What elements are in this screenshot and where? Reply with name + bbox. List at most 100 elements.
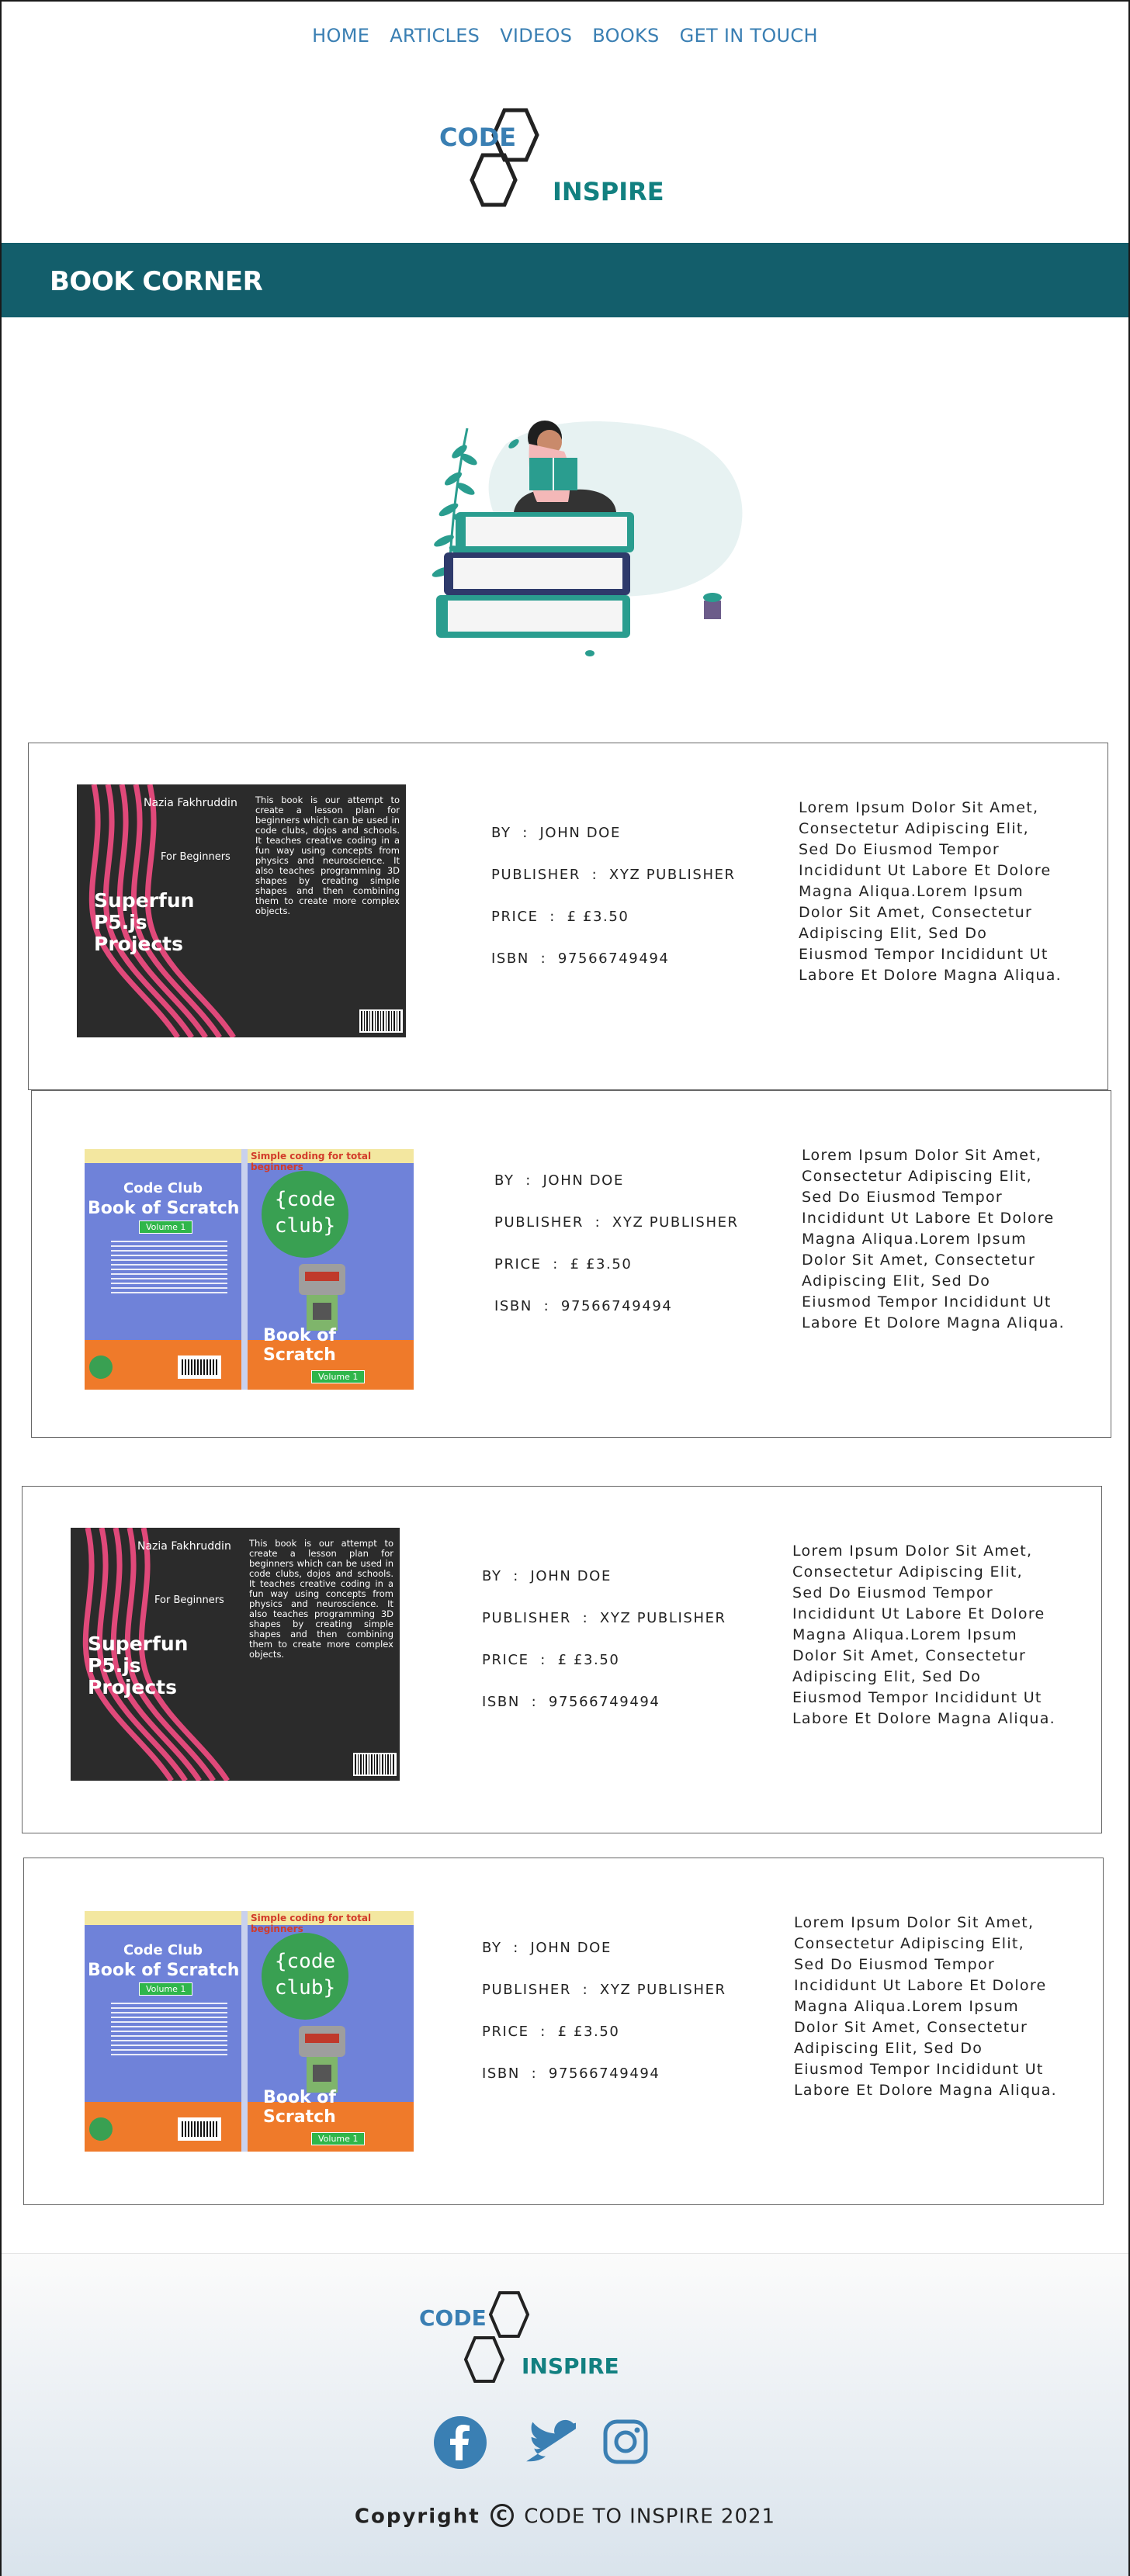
publisher-row-label: PUBLISHER xyxy=(494,1214,584,1231)
logo-inspire-text: INSPIRE xyxy=(522,2353,619,2379)
footer-logo[interactable]: CODE INSPIRE xyxy=(419,2291,621,2384)
nav-articles-link[interactable]: ARTICLES xyxy=(390,25,480,47)
author-row-value: JOHN DOE xyxy=(530,1940,612,1956)
publisher-row-label: PUBLISHER xyxy=(482,1982,571,1998)
page-title: BOOK CORNER xyxy=(50,266,263,297)
logo-code-text: CODE xyxy=(439,123,517,152)
price-row-label: PRICE xyxy=(482,2024,529,2040)
publisher-row-label: PUBLISHER xyxy=(482,1610,571,1626)
cover-back-volume: Volume 1 xyxy=(139,1220,193,1234)
price-row-separator: : xyxy=(538,909,567,925)
book-details: BY : JOHN DOE PUBLISHER : XYZ PUBLISHER PR… xyxy=(482,1940,726,2107)
book-description: Lorem Ipsum Dolor Sit Amet, Consectetur … xyxy=(792,1542,1055,1727)
isbn-row-separator: : xyxy=(519,1694,549,1710)
badge-line: club} xyxy=(274,1214,336,1238)
cover-back-title: Book of Scratch xyxy=(88,1199,240,1218)
isbn-row: ISBN : 97566749494 xyxy=(482,2065,726,2107)
isbn-row-label: ISBN xyxy=(482,2065,520,2082)
copyright-label: Copyright xyxy=(354,2505,480,2529)
book-details: BY : JOHN DOE PUBLISHER : XYZ PUBLISHER PR… xyxy=(491,825,736,992)
page-banner: BOOK CORNER xyxy=(2,243,1128,317)
isbn-row-separator: : xyxy=(519,2065,549,2082)
isbn-row: ISBN : 97566749494 xyxy=(494,1298,739,1340)
book-cover-image[interactable]: Nazia Fakhruddin For Beginners Superfun P5.… xyxy=(77,784,406,1037)
publisher-row: PUBLISHER : XYZ PUBLISHER xyxy=(494,1214,739,1256)
cover-back-volume: Volume 1 xyxy=(139,1982,193,1996)
cover-title-line: P5.js xyxy=(88,1654,141,1677)
cover-spine xyxy=(241,1149,248,1390)
cover-back-title: Book of Scratch xyxy=(88,1961,240,1980)
book-card: Simple coding for total beginners Code Cl… xyxy=(31,1090,1111,1438)
author-row-separator: : xyxy=(514,1172,543,1189)
nav-books-link[interactable]: BOOKS xyxy=(592,25,659,47)
instagram-icon[interactable] xyxy=(602,2418,649,2469)
author-row-label: BY xyxy=(482,1568,502,1584)
cover-back-text xyxy=(111,1241,227,1295)
robot-icon xyxy=(288,2010,358,2096)
isbn-row-value: 97566749494 xyxy=(557,950,670,967)
publisher-row: PUBLISHER : XYZ PUBLISHER xyxy=(491,867,736,909)
code-club-logo-icon xyxy=(89,2117,113,2141)
cover-back-text xyxy=(111,2003,227,2057)
book-cover-image[interactable]: Simple coding for total beginners Code Cl… xyxy=(85,1149,414,1390)
nav-videos-link[interactable]: VIDEOS xyxy=(500,25,572,47)
badge-line: {code xyxy=(274,1188,336,1211)
price-row-value: £ £3.50 xyxy=(567,909,629,925)
price-row: PRICE : £ £3.50 xyxy=(491,909,736,950)
facebook-icon[interactable] xyxy=(433,2415,487,2474)
author-row-label: BY xyxy=(494,1172,515,1189)
cover-title-line: Projects xyxy=(88,1676,178,1698)
book-description: Lorem Ipsum Dolor Sit Amet, Consectetur … xyxy=(794,1914,1057,2099)
copyright-owner: CODE TO INSPIRE 2021 xyxy=(524,2505,776,2529)
publisher-row-separator: : xyxy=(570,1610,600,1626)
cover-tagline: Simple coding for total beginners xyxy=(251,1913,372,1934)
author-row-value: JOHN DOE xyxy=(530,1568,612,1584)
isbn-row-separator: : xyxy=(532,1298,561,1314)
price-row-separator: : xyxy=(529,1652,558,1668)
book-card: Simple coding for total beginners Code Cl… xyxy=(23,1858,1104,2205)
author-row: BY : JOHN DOE xyxy=(482,1940,726,1982)
author-row: BY : JOHN DOE xyxy=(494,1172,739,1214)
cover-blurb: This book is our attempt to create a les… xyxy=(249,1538,393,1660)
price-row-value: £ £3.50 xyxy=(557,1652,620,1668)
copyright-symbol-icon: C xyxy=(490,2504,514,2527)
publisher-row-value: XYZ PUBLISHER xyxy=(599,1982,726,1998)
twitter-icon[interactable] xyxy=(525,2418,583,2469)
top-nav: HOME ARTICLES VIDEOS BOOKS GET IN TOUCH xyxy=(2,25,1128,47)
cover-author: Nazia Fakhruddin xyxy=(137,1540,231,1553)
price-row-value: £ £3.50 xyxy=(557,2024,620,2040)
copyright-text: Copyright C CODE TO INSPIRE 2021 xyxy=(2,2504,1128,2530)
isbn-row: ISBN : 97566749494 xyxy=(491,950,736,992)
isbn-row-value: 97566749494 xyxy=(548,1694,660,1710)
publisher-row-label: PUBLISHER xyxy=(491,867,581,883)
robot-icon xyxy=(288,1248,358,1334)
barcode-icon xyxy=(178,1356,221,1379)
book-cover-image[interactable]: Simple coding for total beginners Code Cl… xyxy=(85,1911,414,2152)
isbn-row-label: ISBN xyxy=(482,1694,520,1710)
logo-inspire-text: INSPIRE xyxy=(553,177,664,206)
price-row-label: PRICE xyxy=(491,909,539,925)
book-cover-image[interactable]: Nazia Fakhruddin For Beginners Superfun P5.… xyxy=(71,1528,400,1781)
code-club-badge-icon: {code club} xyxy=(262,1933,348,2020)
cover-brand: Code Club xyxy=(123,1942,203,1958)
site-logo[interactable]: CODE INSPIRE xyxy=(436,108,664,217)
book-details: BY : JOHN DOE PUBLISHER : XYZ PUBLISHER PR… xyxy=(494,1172,739,1340)
cover-front-title: Book of Scratch xyxy=(263,2088,336,2127)
site-footer: CODE INSPIRE Copyright C CODE TO INSPIRE… xyxy=(2,2253,1128,2576)
price-row: PRICE : £ £3.50 xyxy=(482,1652,726,1694)
author-row-label: BY xyxy=(491,825,511,841)
author-row: BY : JOHN DOE xyxy=(491,825,736,867)
author-row-value: JOHN DOE xyxy=(542,1172,624,1189)
badge-line: club} xyxy=(274,1976,336,2000)
price-row: PRICE : £ £3.50 xyxy=(494,1256,739,1298)
book-card: Nazia Fakhruddin For Beginners Superfun P5.… xyxy=(28,743,1108,1090)
code-club-logo-icon xyxy=(89,1356,113,1379)
badge-line: {code xyxy=(274,1950,336,1973)
barcode-icon xyxy=(178,2117,221,2141)
nav-home-link[interactable]: HOME xyxy=(312,25,369,47)
cover-front-volume: Volume 1 xyxy=(311,1370,366,1383)
publisher-row-value: XYZ PUBLISHER xyxy=(612,1214,739,1231)
cover-blurb: This book is our attempt to create a les… xyxy=(255,795,400,916)
reading-woman-illustration xyxy=(413,397,754,669)
nav-get-in-touch-link[interactable]: GET IN TOUCH xyxy=(680,25,818,47)
